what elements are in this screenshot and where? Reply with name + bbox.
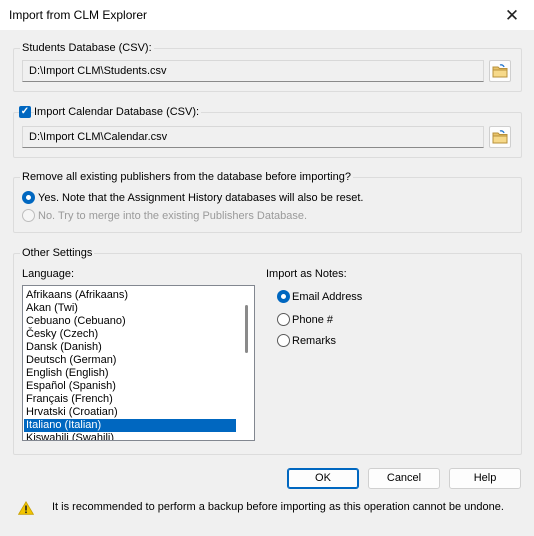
calendar-import-checkbox[interactable]: ✓ (19, 106, 31, 118)
cancel-button[interactable]: Cancel (368, 468, 440, 489)
close-icon: ✕ (504, 5, 520, 25)
folder-icon (492, 64, 508, 78)
notes-phone-radio[interactable] (277, 313, 290, 326)
language-item[interactable]: Español (Spanish) (24, 380, 236, 393)
ok-button[interactable]: OK (287, 468, 359, 489)
remove-publishers-label: Remove all existing publishers from the … (20, 170, 353, 184)
language-item[interactable]: Deutsch (German) (24, 354, 236, 367)
notes-remarks-radio[interactable] (277, 334, 290, 347)
remove-no-radio[interactable] (22, 209, 35, 222)
other-settings-label: Other Settings (20, 246, 95, 260)
language-item[interactable]: Hrvatski (Croatian) (24, 406, 236, 419)
language-item[interactable]: Česky (Czech) (24, 328, 236, 341)
remove-yes-label[interactable]: Yes. Note that the Assignment History da… (38, 191, 364, 205)
language-item[interactable]: Kiswahili (Swahili) (24, 432, 236, 440)
listbox-scrollbar[interactable] (245, 305, 248, 353)
import-notes-label: Import as Notes: (266, 268, 347, 280)
remove-publishers-group: Remove all existing publishers from the … (13, 170, 522, 233)
title-bar: Import from CLM Explorer ✕ (0, 0, 534, 31)
close-button[interactable]: ✕ (490, 0, 534, 31)
remove-yes-radio[interactable] (22, 191, 35, 204)
language-listbox[interactable]: Afrikaans (Afrikaans) Akan (Twi) Cebuano… (22, 285, 255, 441)
notes-remarks-label[interactable]: Remarks (292, 334, 336, 348)
language-item[interactable]: Dansk (Danish) (24, 341, 236, 354)
calendar-browse-button[interactable] (489, 126, 511, 148)
language-item[interactable]: Français (French) (24, 393, 236, 406)
folder-icon (492, 130, 508, 144)
calendar-path-field[interactable]: D:\Import CLM\Calendar.csv (22, 126, 484, 148)
language-item[interactable]: English (English) (24, 367, 236, 380)
language-item[interactable]: Cebuano (Cebuano) (24, 315, 236, 328)
language-label: Language: (22, 268, 74, 280)
warning-text: It is recommended to perform a backup be… (52, 501, 504, 513)
window-title: Import from CLM Explorer (9, 8, 148, 22)
language-item[interactable]: Akan (Twi) (24, 302, 236, 315)
notes-email-label[interactable]: Email Address (292, 290, 362, 304)
notes-email-radio[interactable] (277, 290, 290, 303)
students-path-field[interactable]: D:\Import CLM\Students.csv (22, 60, 484, 82)
language-item-selected[interactable]: Italiano (Italian) (24, 419, 236, 432)
notes-phone-label[interactable]: Phone # (292, 313, 333, 327)
warning-icon (18, 501, 34, 515)
students-database-label: Students Database (CSV): (20, 41, 154, 55)
language-item[interactable]: Afrikaans (Afrikaans) (24, 289, 236, 302)
students-browse-button[interactable] (489, 60, 511, 82)
remove-no-label[interactable]: No. Try to merge into the existing Publi… (38, 209, 307, 223)
calendar-database-label: Import Calendar Database (CSV): (34, 105, 202, 119)
help-button[interactable]: Help (449, 468, 521, 489)
